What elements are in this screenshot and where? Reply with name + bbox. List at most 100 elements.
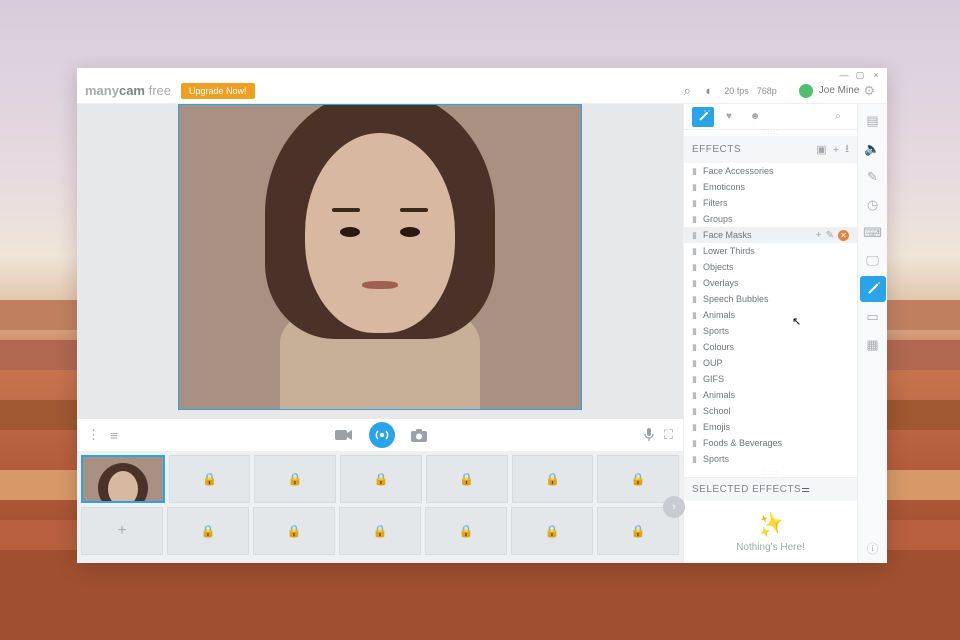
rail-picture-icon[interactable]: 🖵 — [860, 248, 886, 274]
window-minimize-button[interactable]: — — [839, 70, 849, 78]
effects-item-action-icon[interactable]: ✎ — [826, 230, 834, 241]
camera-icon[interactable] — [335, 429, 353, 441]
logo-suffix: free — [145, 83, 171, 98]
effects-item[interactable]: ▮Overlays — [684, 275, 857, 291]
playlist-icon[interactable]: ≡ — [110, 428, 118, 443]
rail-volume-icon[interactable]: 🔈 — [860, 136, 886, 162]
effects-item[interactable]: ▮Lower Thirds — [684, 243, 857, 259]
folder-icon: ▮ — [692, 262, 697, 273]
effects-item[interactable]: ▮Emoticons — [684, 179, 857, 195]
right-icon-rail: ▤ 🔈 ✎ ◷ ⌨ 🖵 ▭ ▦ ⓘ — [857, 104, 887, 563]
preset-thumb-locked[interactable]: 🔒 — [425, 507, 507, 555]
rail-draw-icon[interactable]: ✎ — [860, 164, 886, 190]
resolution-label[interactable]: 768p — [757, 86, 777, 96]
rail-history-icon[interactable]: ◷ — [860, 192, 886, 218]
effects-item[interactable]: ▮School — [684, 403, 857, 419]
zoom-icon[interactable]: ⌕ — [676, 83, 698, 99]
settings-gear-icon[interactable]: ⚙ — [859, 83, 879, 99]
rail-apps-icon[interactable]: ▦ — [860, 332, 886, 358]
effects-item-label: Emojis — [703, 422, 849, 432]
effects-item[interactable]: ▮Animals — [684, 307, 857, 323]
rail-subtitle-icon[interactable]: ▭ — [860, 304, 886, 330]
video-preview[interactable] — [178, 104, 582, 410]
rail-effects-icon[interactable] — [860, 276, 886, 302]
effects-folder-add-icon[interactable]: ▣ — [816, 143, 826, 156]
logo-part2: cam — [119, 83, 145, 98]
effects-item[interactable]: ▮Filters — [684, 195, 857, 211]
folder-icon: ▮ — [692, 326, 697, 337]
effects-item-label: Face Accessories — [703, 166, 849, 176]
top-toolbar: manycam free Upgrade Now! ⌕ ◐ 20 fps 768… — [77, 78, 887, 104]
preset-thumb-locked[interactable]: 🔒 — [254, 455, 336, 503]
effects-item-label: Filters — [703, 198, 849, 208]
user-block[interactable]: Joe Mine — [799, 84, 860, 98]
effects-download-icon[interactable]: ⭳ — [845, 140, 849, 159]
effects-item-delete-icon[interactable]: ✕ — [838, 230, 849, 241]
effects-item[interactable]: ▮OUP — [684, 355, 857, 371]
effects-item-label: Foods & Beverages — [703, 438, 849, 448]
effects-tabs: ♥ ☻ ⌕ — [684, 104, 857, 130]
effects-item[interactable]: ▮Speech Bubbles — [684, 291, 857, 307]
preset-thumb-locked[interactable]: 🔒 — [253, 507, 335, 555]
rail-info-icon[interactable]: ⓘ — [866, 540, 878, 557]
effects-item[interactable]: ▮Sports — [684, 451, 857, 467]
effects-item[interactable]: ▮Animals — [684, 387, 857, 403]
fullscreen-icon[interactable]: ⛶ — [664, 427, 673, 443]
upgrade-button[interactable]: Upgrade Now! — [181, 83, 255, 99]
selected-effects-settings-icon[interactable]: ⚌ — [801, 484, 810, 495]
effects-item-label: OUP — [703, 358, 849, 368]
preset-thumb-locked[interactable]: 🔒 — [169, 455, 251, 503]
selected-effects-body: ✨ Nothing's Here! — [684, 501, 857, 563]
preset-thumb-1[interactable] — [81, 455, 165, 503]
folder-icon: ▮ — [692, 438, 697, 449]
preset-thumb-locked[interactable]: 🔒 — [511, 507, 593, 555]
folder-icon: ▮ — [692, 246, 697, 257]
effects-item[interactable]: ▮Colours — [684, 339, 857, 355]
rail-panels-icon[interactable]: ▤ — [860, 108, 886, 134]
more-icon[interactable]: ⋮ — [87, 427, 100, 443]
preset-thumb-locked[interactable]: 🔒 — [597, 455, 679, 503]
fps-label: 20 fps — [724, 86, 749, 96]
preset-thumb-locked[interactable]: 🔒 — [167, 507, 249, 555]
effects-add-icon[interactable]: + — [833, 144, 839, 156]
broadcast-button[interactable] — [369, 422, 395, 448]
window-close-button[interactable]: × — [871, 70, 881, 78]
app-body: ⋮ ≡ ⛶ — [77, 104, 887, 563]
effects-item-label: Groups — [703, 214, 849, 224]
preset-thumb-locked[interactable]: 🔒 — [426, 455, 508, 503]
effects-item[interactable]: ▮Sports — [684, 323, 857, 339]
preset-thumb-locked[interactable]: 🔒 — [340, 455, 422, 503]
effects-tab-favorites[interactable]: ♥ — [718, 107, 740, 127]
effects-list[interactable]: ↖ ▮Face Accessories▮Emoticons▮Filters▮Gr… — [684, 163, 857, 471]
preset-thumb-locked[interactable]: 🔒 — [512, 455, 594, 503]
effects-item[interactable]: ▮Groups — [684, 211, 857, 227]
snapshot-icon[interactable] — [411, 429, 427, 442]
effects-item-action-icon[interactable]: + — [816, 230, 822, 241]
preset-next-button[interactable]: › — [663, 496, 685, 518]
effects-item[interactable]: ▮Face Masks+✎✕ — [684, 227, 857, 243]
folder-icon: ▮ — [692, 230, 697, 241]
effects-item[interactable]: ▮ Foods & Beverages — [684, 435, 857, 451]
rail-keyboard-icon[interactable]: ⌨ — [860, 220, 886, 246]
effects-tab-wand[interactable] — [692, 107, 714, 127]
effects-item-label: Emoticons — [703, 182, 849, 192]
mouse-cursor-icon: ↖ — [792, 315, 801, 328]
effects-item[interactable]: ▮GIFS — [684, 371, 857, 387]
effects-title: EFFECTS — [692, 144, 741, 155]
effects-item-label: GIFS — [703, 374, 849, 384]
effects-search-icon[interactable]: ⌕ — [827, 107, 849, 127]
effects-item[interactable]: ▮Face Accessories — [684, 163, 857, 179]
app-window: — ▢ × manycam free Upgrade Now! ⌕ ◐ 20 f… — [77, 68, 887, 563]
brightness-icon[interactable]: ◐ — [698, 83, 720, 98]
effects-item[interactable]: ▮Objects — [684, 259, 857, 275]
effects-tab-masks[interactable]: ☻ — [744, 107, 766, 127]
effects-panel: ♥ ☻ ⌕ :::::: EFFECTS ▣ + ⭳ ↖ ▮Face Acces… — [683, 104, 857, 563]
effects-item[interactable]: ▮ Emojis — [684, 419, 857, 435]
folder-icon: ▮ — [692, 422, 697, 433]
window-maximize-button[interactable]: ▢ — [855, 70, 865, 78]
user-name-label: Joe Mine — [819, 85, 860, 96]
preset-thumb-add[interactable]: + — [81, 507, 163, 555]
preset-thumb-locked[interactable]: 🔒 — [339, 507, 421, 555]
microphone-icon[interactable] — [644, 428, 654, 442]
preview-area — [77, 104, 683, 419]
